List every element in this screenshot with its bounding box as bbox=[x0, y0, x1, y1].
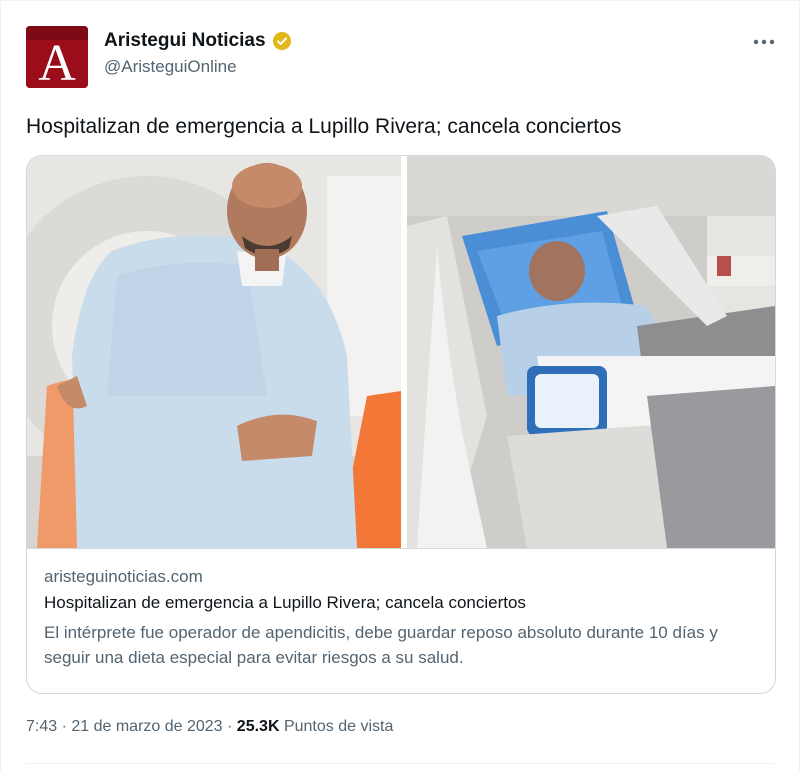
avatar[interactable]: A bbox=[26, 26, 88, 88]
views-label: Puntos de vista bbox=[279, 718, 394, 735]
author-handle[interactable]: @AristeguiOnline bbox=[104, 57, 292, 77]
separator: · bbox=[57, 718, 72, 735]
author-name[interactable]: Aristegui Noticias bbox=[104, 30, 266, 52]
tweet-footer: 7:43 · 21 de marzo de 2023 · 25.3K Punto… bbox=[26, 718, 393, 736]
separator: · bbox=[222, 718, 237, 735]
card-photo-left[interactable] bbox=[27, 156, 401, 548]
verified-badge-icon[interactable] bbox=[272, 31, 292, 51]
card-description: El intérprete fue operador de apendiciti… bbox=[44, 623, 718, 667]
tweet-time[interactable]: 7:43 bbox=[26, 718, 57, 736]
card-domain: aristeguinoticias.com bbox=[44, 567, 203, 586]
tweet-text: Hospitalizan de emergencia a Lupillo Riv… bbox=[26, 115, 622, 138]
link-card[interactable]: aristeguinoticias.com Hospitalizan de em… bbox=[26, 155, 776, 694]
tweet-date[interactable]: 21 de marzo de 2023 bbox=[71, 718, 222, 736]
more-horizontal-icon bbox=[753, 39, 775, 45]
aristegui-logo-icon: A bbox=[26, 26, 88, 88]
more-options-button[interactable] bbox=[750, 30, 778, 54]
card-title: Hospitalizan de emergencia a Lupillo Riv… bbox=[44, 593, 526, 612]
card-meta[interactable]: aristeguinoticias.com Hospitalizan de em… bbox=[27, 548, 775, 693]
author-block: Aristegui Noticias @AristeguiOnline bbox=[104, 30, 292, 77]
footer-divider bbox=[26, 763, 774, 764]
views-count: 25.3K bbox=[236, 718, 280, 735]
svg-text:A: A bbox=[38, 35, 76, 88]
card-photo-right[interactable] bbox=[407, 156, 775, 548]
